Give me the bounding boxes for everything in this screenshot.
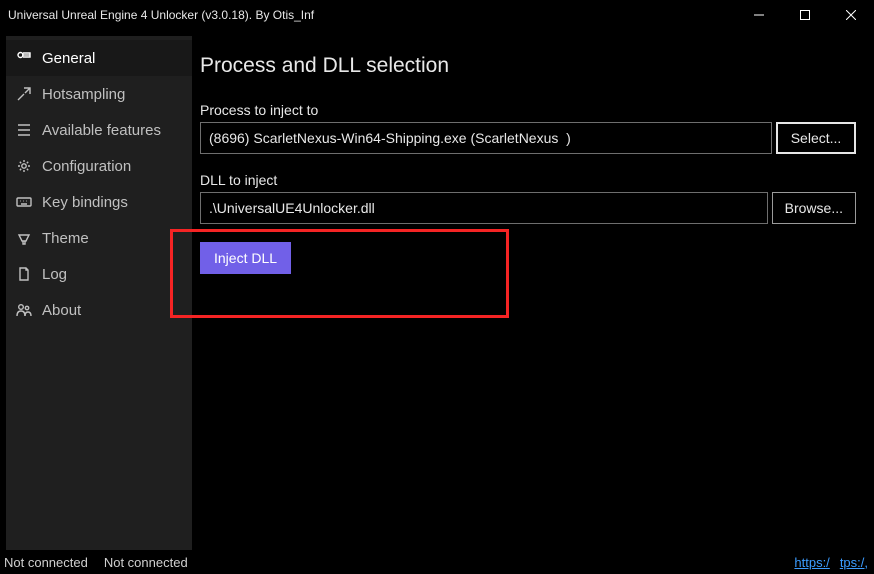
inject-dll-button[interactable]: Inject DLL	[200, 242, 291, 274]
sidebar-item-label: About	[42, 302, 81, 319]
sidebar-item-label: Configuration	[42, 158, 131, 175]
process-input[interactable]	[200, 122, 772, 154]
process-label: Process to inject to	[200, 102, 856, 118]
keyboard-icon	[16, 194, 32, 210]
dll-input[interactable]	[200, 192, 768, 224]
sidebar-item-log[interactable]: Log	[6, 256, 192, 292]
gear-icon	[16, 158, 32, 174]
select-button[interactable]: Select...	[776, 122, 856, 154]
sidebar-item-label: Theme	[42, 230, 89, 247]
sidebar-item-label: Hotsampling	[42, 86, 125, 103]
general-icon	[16, 50, 32, 66]
status-connection-2: Not connected	[104, 555, 188, 570]
minimize-button[interactable]	[736, 0, 782, 30]
status-connection-1: Not connected	[4, 555, 88, 570]
log-icon	[16, 266, 32, 282]
window-title: Universal Unreal Engine 4 Unlocker (v3.0…	[8, 8, 314, 22]
titlebar: Universal Unreal Engine 4 Unlocker (v3.0…	[0, 0, 874, 30]
sidebar-item-label: Key bindings	[42, 194, 128, 211]
theme-icon	[16, 230, 32, 246]
sidebar: General Hotsampling Available features C…	[6, 36, 192, 550]
sidebar-item-label: General	[42, 50, 95, 67]
page-title: Process and DLL selection	[200, 54, 856, 78]
sidebar-item-about[interactable]: About	[6, 292, 192, 328]
sidebar-item-configuration[interactable]: Configuration	[6, 148, 192, 184]
close-button[interactable]	[828, 0, 874, 30]
sidebar-item-label: Log	[42, 266, 67, 283]
titlebar-controls	[736, 0, 874, 30]
sidebar-item-available-features[interactable]: Available features	[6, 112, 192, 148]
sidebar-item-general[interactable]: General	[6, 40, 192, 76]
sidebar-item-key-bindings[interactable]: Key bindings	[6, 184, 192, 220]
main-panel: Process and DLL selection Process to inj…	[196, 36, 868, 550]
sidebar-item-theme[interactable]: Theme	[6, 220, 192, 256]
about-icon	[16, 302, 32, 318]
maximize-button[interactable]	[782, 0, 828, 30]
hotsampling-icon	[16, 86, 32, 102]
status-link-1[interactable]: https:/	[794, 555, 829, 570]
features-icon	[16, 122, 32, 138]
statusbar: Not connected Not connected https:/ tps:…	[0, 550, 874, 574]
browse-button[interactable]: Browse...	[772, 192, 856, 224]
sidebar-item-hotsampling[interactable]: Hotsampling	[6, 76, 192, 112]
dll-label: DLL to inject	[200, 172, 856, 188]
sidebar-item-label: Available features	[42, 122, 161, 139]
status-link-2[interactable]: tps:/,	[840, 555, 868, 570]
